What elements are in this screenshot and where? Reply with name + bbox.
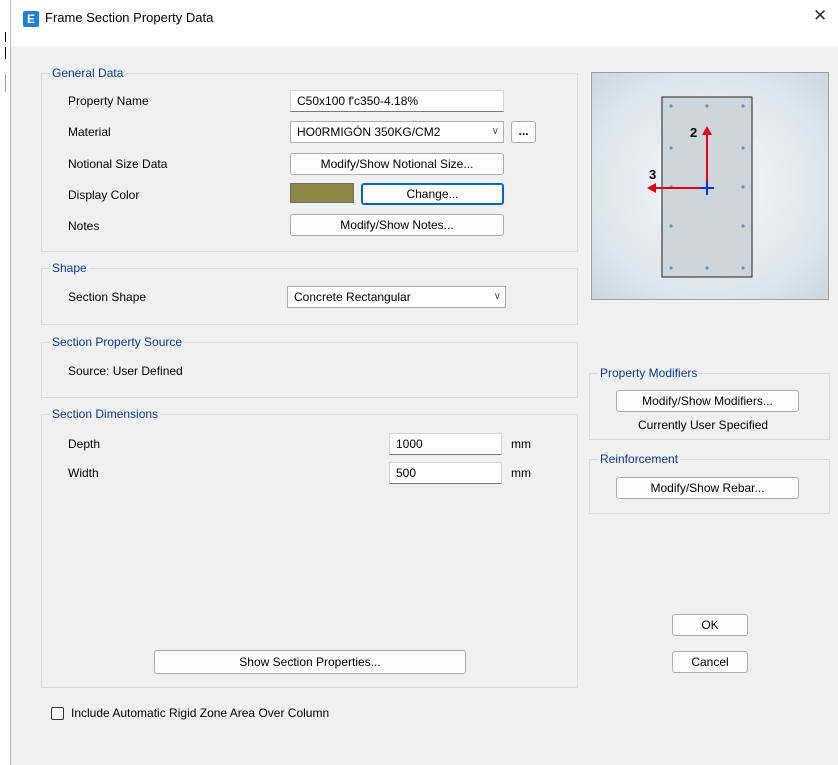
width-label: Width <box>68 466 99 480</box>
notes-button[interactable]: Modify/Show Notes... <box>290 214 504 236</box>
axis-3-label: 3 <box>649 167 656 182</box>
section-preview: 2 3 <box>591 72 829 300</box>
notional-size-label: Notional Size Data <box>68 157 168 171</box>
property-name-label: Property Name <box>68 94 149 108</box>
depth-unit: mm <box>511 437 531 451</box>
material-more-button[interactable]: ... <box>511 121 536 143</box>
shape-label: Shape <box>50 261 89 275</box>
show-section-properties-button[interactable]: Show Section Properties... <box>154 650 466 674</box>
title-bar[interactable]: E Frame Section Property Data ✕ <box>11 0 838 46</box>
reinforcement-label: Reinforcement <box>598 452 681 466</box>
frame-section-dialog: E Frame Section Property Data ✕ General … <box>10 0 838 765</box>
section-property-source-label: Section Property Source <box>50 335 185 349</box>
rigid-zone-checkbox[interactable] <box>51 707 64 720</box>
chevron-down-icon: ∨ <box>493 291 501 302</box>
axis-2-label: 2 <box>690 125 697 140</box>
notional-size-button[interactable]: Modify/Show Notional Size... <box>290 153 504 175</box>
change-color-button[interactable]: Change... <box>361 183 504 205</box>
modify-rebar-button[interactable]: Modify/Show Rebar... <box>616 477 799 499</box>
ok-button[interactable]: OK <box>672 614 748 636</box>
section-shape-select[interactable]: Concrete Rectangular ∨ <box>287 286 506 308</box>
chevron-down-icon: ∨ <box>491 126 499 137</box>
edge-mark <box>5 32 6 42</box>
material-select[interactable]: HO0RMIGÓN 350KG/CM2 ∨ <box>290 121 504 143</box>
section-dimensions-label: Section Dimensions <box>50 407 161 421</box>
etabs-app-icon: E <box>23 11 39 27</box>
section-shape-value: Concrete Rectangular <box>294 290 411 304</box>
depth-input[interactable]: 1000 <box>389 433 502 455</box>
display-color-label: Display Color <box>68 188 140 202</box>
edge-mark <box>5 47 6 59</box>
width-unit: mm <box>511 466 531 480</box>
close-icon[interactable]: ✕ <box>813 6 827 26</box>
display-color-swatch <box>290 183 354 203</box>
property-name-input[interactable]: C50x100 f'c350-4.18% <box>290 90 504 112</box>
material-value: HO0RMIGÓN 350KG/CM2 <box>297 125 441 139</box>
depth-label: Depth <box>68 437 101 451</box>
edge-mark <box>5 74 6 92</box>
source-text: Source: User Defined <box>68 364 183 378</box>
width-input[interactable]: 500 <box>389 462 502 484</box>
rigid-zone-label: Include Automatic Rigid Zone Area Over C… <box>71 706 330 720</box>
notes-label: Notes <box>68 219 100 233</box>
property-modifiers-label: Property Modifiers <box>598 366 700 380</box>
window-title: Frame Section Property Data <box>45 10 214 25</box>
general-data-label: General Data <box>50 66 126 80</box>
modifiers-status: Currently User Specified <box>638 418 769 432</box>
section-shape-label: Section Shape <box>68 290 147 304</box>
material-label: Material <box>68 125 111 139</box>
section-preview-drawing: 2 3 <box>647 96 753 278</box>
modify-modifiers-button[interactable]: Modify/Show Modifiers... <box>616 390 799 412</box>
background-window-edge <box>0 0 10 765</box>
section-dimensions-group: Section Dimensions <box>41 407 578 688</box>
cancel-button[interactable]: Cancel <box>672 651 748 673</box>
axis-3-arrow-icon <box>647 183 656 193</box>
